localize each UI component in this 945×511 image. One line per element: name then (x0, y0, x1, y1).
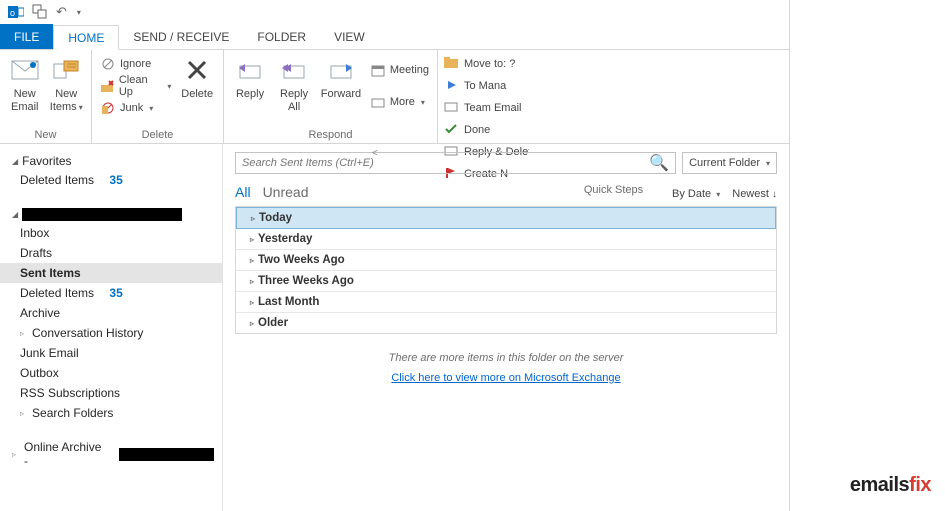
more-items-note: There are more items in this folder on t… (235, 352, 777, 364)
meeting-icon (370, 62, 386, 78)
folder-search-folders[interactable]: ▹Search Folders (0, 403, 222, 423)
chevron-right-icon: ▹ (250, 298, 254, 307)
view-more-link[interactable]: Click here to view more on Microsoft Exc… (235, 372, 777, 384)
reply-all-icon (278, 54, 310, 86)
chevron-right-icon: ▹ (251, 214, 255, 223)
folder-inbox[interactable]: Inbox (0, 223, 222, 243)
folder-icon (444, 57, 458, 72)
chevron-right-icon: ▹ (12, 450, 16, 459)
ribbon-group-respond: Reply Reply All Forward Meeting (224, 50, 438, 143)
reply-icon (234, 54, 266, 86)
folder-drafts[interactable]: Drafts (0, 243, 222, 263)
date-group-three-weeks[interactable]: ▹Three Weeks Ago (236, 271, 776, 292)
filter-all[interactable]: All (235, 184, 251, 200)
ribbon-group-new: New Email New Items▾ New (0, 50, 92, 143)
search-icon[interactable]: 🔍 (649, 153, 669, 173)
folder-archive[interactable]: Archive (0, 303, 222, 323)
chevron-right-icon: ▹ (20, 329, 24, 338)
junk-button[interactable]: Junk▾ (98, 98, 173, 118)
junk-icon (100, 100, 116, 116)
group-label-new: New (0, 129, 91, 143)
ribbon-group-quicksteps: Move to: ? To Mana Team Email Done Reply… (438, 50, 789, 143)
account-header[interactable]: ◢ (0, 204, 222, 223)
envelope-icon (9, 54, 41, 86)
ribbon-tabs: FILE HOME SEND / RECEIVE FOLDER VIEW (0, 24, 789, 50)
chevron-down-icon: ◢ (12, 210, 18, 219)
folder-junk[interactable]: Junk Email (0, 343, 222, 363)
qat-dropdown-icon[interactable]: ▾ (77, 8, 81, 17)
mail-small-icon (444, 101, 458, 116)
qs-team-email[interactable]: Team Email (444, 98, 529, 118)
title-bar: o ↶ ▾ (0, 0, 789, 24)
tab-view[interactable]: VIEW (320, 24, 379, 49)
message-date-groups: ▹Today ▹Yesterday ▹Two Weeks Ago ▹Three … (235, 206, 777, 334)
reply-all-button[interactable]: Reply All (274, 54, 314, 114)
search-input[interactable] (242, 157, 649, 169)
folder-conversation-history[interactable]: ▹Conversation History (0, 323, 222, 343)
forward-button[interactable]: Forward (318, 54, 364, 101)
folder-sent-items[interactable]: Sent Items (0, 263, 222, 283)
search-box[interactable]: 🔍 (235, 152, 676, 174)
folder-outbox[interactable]: Outbox (0, 363, 222, 383)
online-archive[interactable]: ▹ Online Archive - (0, 437, 222, 471)
forward-icon (325, 54, 357, 86)
qs-move-to[interactable]: Move to: ? (444, 54, 529, 74)
sort-by-date[interactable]: By Date ▾ (672, 188, 720, 200)
chevron-right-icon: ▹ (20, 409, 24, 418)
delete-x-icon (181, 54, 213, 86)
more-icon (370, 94, 386, 110)
ribbon: New Email New Items▾ New Ignore (0, 50, 789, 144)
reply-button[interactable]: Reply (230, 54, 270, 101)
new-email-button[interactable]: New Email (6, 54, 44, 114)
date-group-two-weeks[interactable]: ▹Two Weeks Ago (236, 250, 776, 271)
ribbon-group-delete: Ignore Clean Up▾ Junk▾ Delete (92, 50, 224, 143)
sort-newest[interactable]: Newest ↓ (732, 188, 777, 200)
new-items-icon (50, 54, 82, 86)
date-group-last-month[interactable]: ▹Last Month (236, 292, 776, 313)
chevron-right-icon: ▹ (250, 256, 254, 265)
date-group-older[interactable]: ▹Older (236, 313, 776, 333)
sidebar: ◢ Favorites Deleted Items 35 ◢ Inbox Dra… (0, 144, 223, 511)
chevron-right-icon: ▹ (250, 277, 254, 286)
more-respond-button[interactable]: More▾ (368, 92, 431, 112)
filter-unread[interactable]: Unread (263, 184, 309, 200)
date-group-yesterday[interactable]: ▹Yesterday (236, 229, 776, 250)
search-scope-dropdown[interactable]: Current Folder▾ (682, 152, 777, 174)
forward-small-icon (444, 79, 458, 94)
redacted-archive-name (119, 448, 214, 461)
folder-deleted-items[interactable]: Deleted Items 35 (0, 283, 222, 303)
tab-send-receive[interactable]: SEND / RECEIVE (119, 24, 243, 49)
content-pane: 🔍 Current Folder▾ All Unread By Date ▾ N… (223, 144, 789, 511)
undo-icon[interactable]: ↶ (56, 4, 67, 20)
cleanup-icon (100, 78, 115, 94)
tab-folder[interactable]: FOLDER (243, 24, 320, 49)
collapse-sidebar-icon[interactable]: < (372, 148, 378, 159)
date-group-today[interactable]: ▹Today (236, 207, 776, 229)
qs-done[interactable]: Done (444, 120, 529, 140)
tab-file[interactable]: FILE (0, 24, 53, 49)
delete-button[interactable]: Delete (177, 54, 217, 101)
outlook-icon: o (8, 4, 24, 20)
favorites-header[interactable]: ◢ Favorites (0, 150, 222, 170)
qs-to-manager[interactable]: To Mana (444, 76, 529, 96)
tab-home[interactable]: HOME (53, 25, 119, 50)
chevron-right-icon: ▹ (250, 319, 254, 328)
ignore-button[interactable]: Ignore (98, 54, 173, 74)
window-icon[interactable] (32, 4, 48, 20)
svg-text:o: o (10, 8, 15, 18)
chevron-right-icon: ▹ (250, 235, 254, 244)
ignore-icon (100, 56, 116, 72)
group-label-delete: Delete (92, 129, 223, 143)
fav-deleted-items[interactable]: Deleted Items 35 (0, 170, 222, 190)
new-items-button[interactable]: New Items▾ (48, 54, 86, 114)
cleanup-button[interactable]: Clean Up▾ (98, 76, 173, 96)
group-label-respond: Respond (224, 129, 437, 143)
meeting-button[interactable]: Meeting (368, 60, 431, 80)
check-icon (444, 123, 458, 138)
folder-rss[interactable]: RSS Subscriptions (0, 383, 222, 403)
redacted-account (22, 208, 182, 221)
chevron-down-icon: ◢ (12, 157, 18, 166)
watermark: emailsfix (850, 474, 931, 497)
